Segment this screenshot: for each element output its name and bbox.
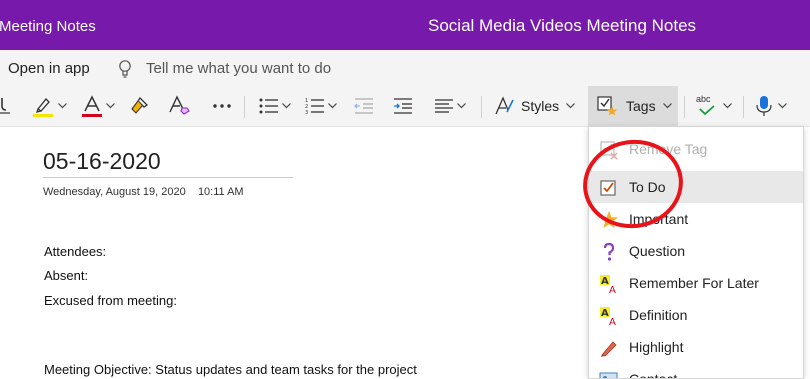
microphone-icon bbox=[756, 96, 772, 116]
menu-bar: Open in app Tell me what you want to do bbox=[0, 50, 810, 86]
clear-formatting-button[interactable] bbox=[168, 86, 190, 126]
numbering-button[interactable]: 1 2 3 bbox=[305, 86, 337, 126]
tags-label: Tags bbox=[626, 98, 656, 114]
ellipsis-icon bbox=[213, 104, 231, 108]
styles-button[interactable]: Styles bbox=[494, 86, 576, 126]
menu-item-label: Remember For Later bbox=[629, 275, 759, 291]
checkmark-icon bbox=[699, 105, 715, 115]
chevron-down-icon bbox=[58, 103, 67, 109]
tell-me-search[interactable]: Tell me what you want to do bbox=[146, 60, 331, 77]
open-in-app-button[interactable]: Open in app bbox=[8, 60, 90, 77]
svg-text:A: A bbox=[601, 276, 609, 287]
note-line-absent[interactable]: Absent: bbox=[44, 268, 88, 283]
menu-item-remember-for-later[interactable]: A A Remember For Later bbox=[589, 267, 803, 299]
title-bar: Meeting Notes Social Media Videos Meetin… bbox=[0, 0, 810, 50]
definition-highlight-icon: A A bbox=[600, 307, 616, 326]
lightbulb-icon bbox=[119, 60, 131, 78]
underline-icon bbox=[0, 98, 10, 114]
spelling-button[interactable]: abc bbox=[696, 86, 732, 126]
clear-formatting-icon bbox=[169, 95, 190, 115]
ribbon-divider bbox=[481, 96, 482, 118]
highlight-pen-icon bbox=[601, 341, 617, 357]
chevron-down-icon bbox=[106, 103, 115, 109]
note-line-attendees[interactable]: Attendees: bbox=[44, 244, 106, 259]
page-date-stamp: Wednesday, August 19, 2020 bbox=[43, 186, 186, 198]
contact-icon bbox=[599, 372, 618, 378]
more-options-button[interactable] bbox=[212, 86, 232, 126]
chevron-down-icon bbox=[778, 103, 787, 109]
alignment-button[interactable] bbox=[434, 86, 466, 126]
menu-item-label: Highlight bbox=[629, 339, 684, 355]
format-painter-button[interactable] bbox=[128, 86, 150, 126]
styles-label: Styles bbox=[521, 98, 560, 114]
align-text-icon bbox=[435, 99, 453, 113]
increase-indent-icon bbox=[394, 98, 412, 114]
bulleted-list-icon bbox=[259, 98, 278, 114]
svg-text:A: A bbox=[601, 308, 609, 319]
document-title[interactable]: Social Media Videos Meeting Notes bbox=[428, 16, 696, 36]
dictate-button[interactable] bbox=[756, 86, 787, 126]
app-name[interactable]: Meeting Notes bbox=[0, 18, 96, 35]
note-line-objective[interactable]: Meeting Objective: Status updates and te… bbox=[44, 362, 417, 377]
decrease-indent-icon bbox=[354, 98, 373, 114]
highlighter-icon bbox=[33, 98, 53, 117]
increase-indent-button[interactable] bbox=[393, 86, 413, 126]
page-title[interactable]: 05-16-2020 bbox=[43, 148, 161, 175]
spelling-check-icon: abc bbox=[696, 94, 718, 117]
page-time-stamp: 10:11 AM bbox=[197, 186, 244, 198]
chevron-down-icon bbox=[662, 103, 672, 109]
page-timestamp: Wednesday, August 19, 2020 10:11 AM bbox=[43, 186, 244, 198]
chevron-down-icon bbox=[328, 103, 337, 109]
chevron-down-icon bbox=[723, 103, 732, 109]
svg-text:A: A bbox=[609, 285, 616, 294]
font-color-button[interactable] bbox=[81, 86, 115, 126]
ribbon-divider bbox=[743, 96, 744, 118]
bullets-button[interactable] bbox=[259, 86, 291, 126]
ribbon-divider bbox=[684, 96, 685, 118]
tags-button[interactable]: Tags bbox=[588, 86, 678, 126]
highlight-color-button[interactable] bbox=[33, 86, 67, 126]
ribbon-toolbar: 1 2 3 Styles Tags abc bbox=[0, 86, 810, 127]
menu-item-label: Definition bbox=[629, 307, 688, 323]
tags-button-content: Tags bbox=[597, 86, 672, 126]
spelling-abc-label: abc bbox=[696, 94, 711, 104]
font-color-icon bbox=[82, 95, 102, 117]
question-icon bbox=[603, 242, 615, 261]
tag-checkbox-star-icon bbox=[597, 96, 617, 116]
menu-item-question[interactable]: Question bbox=[589, 235, 803, 267]
chevron-down-icon bbox=[566, 103, 576, 109]
title-underline bbox=[43, 177, 293, 178]
format-painter-icon bbox=[131, 96, 149, 114]
numbered-list-icon: 1 2 3 bbox=[305, 98, 324, 115]
annotation-circle bbox=[583, 139, 683, 229]
decrease-indent-button[interactable] bbox=[354, 86, 374, 126]
chevron-down-icon bbox=[457, 103, 466, 109]
chevron-down-icon bbox=[282, 103, 291, 109]
ribbon-divider bbox=[244, 96, 245, 118]
menu-item-label: Contact bbox=[629, 371, 678, 379]
remember-highlight-icon: A A bbox=[600, 275, 616, 294]
menu-item-highlight[interactable]: Highlight bbox=[589, 331, 803, 363]
styles-icon bbox=[495, 96, 514, 115]
menu-item-label: Question bbox=[629, 243, 686, 259]
svg-text:3: 3 bbox=[305, 110, 308, 115]
menu-item-definition[interactable]: A A Definition bbox=[589, 299, 803, 331]
svg-text:A: A bbox=[609, 317, 616, 326]
note-line-excused[interactable]: Excused from meeting: bbox=[44, 293, 177, 308]
underline-button[interactable] bbox=[0, 86, 12, 126]
